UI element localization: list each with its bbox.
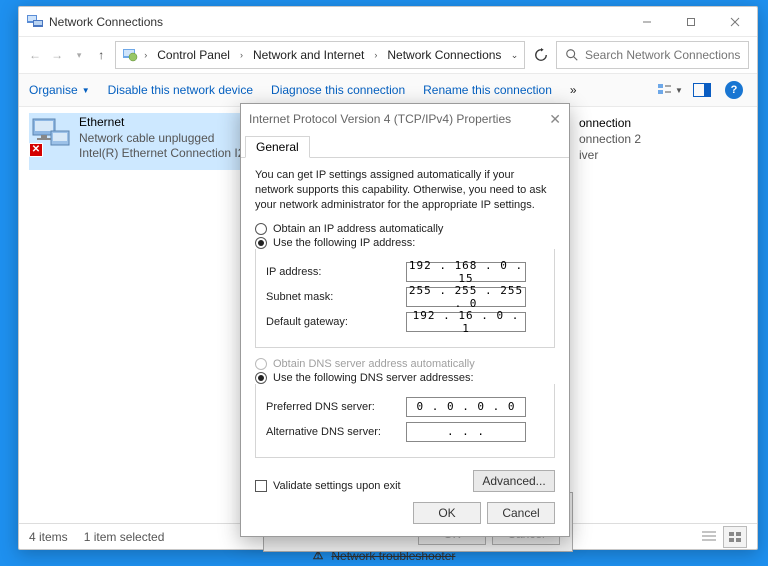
rename-connection-button[interactable]: Rename this connection (423, 83, 552, 97)
help-button[interactable]: ? (721, 77, 747, 103)
close-button[interactable] (713, 7, 757, 37)
alternative-dns-label: Alternative DNS server: (266, 426, 406, 438)
chevron-right-icon: › (140, 50, 151, 60)
nav-forward-button[interactable]: → (49, 43, 65, 67)
details-view-button[interactable] (697, 526, 721, 548)
subnet-mask-input[interactable]: 255 . 255 . 255 . 0 (406, 287, 526, 307)
radio-icon (255, 237, 267, 249)
command-bar: Organise▼ Disable this network device Di… (19, 73, 757, 107)
radio-icon (255, 372, 267, 384)
dialog-titlebar[interactable]: Internet Protocol Version 4 (TCP/IPv4) P… (241, 104, 569, 134)
crumb-network-connections[interactable]: Network Connections (383, 48, 505, 62)
chevron-right-icon: › (236, 50, 247, 60)
preferred-dns-label: Preferred DNS server: (266, 401, 406, 413)
search-icon (565, 48, 579, 62)
status-count: 4 items (29, 530, 68, 544)
ip-group: IP address: 192 . 168 . 0 . 15 Subnet ma… (255, 249, 555, 348)
nav-back-button[interactable]: ← (27, 43, 43, 67)
maximize-button[interactable] (669, 7, 713, 37)
connection-adapter: Intel(R) Ethernet Connection I219-… (79, 146, 257, 162)
validate-settings-checkbox[interactable]: Validate settings upon exit (255, 480, 401, 492)
nav-up-button[interactable]: ↑ (93, 43, 109, 67)
radio-use-ip[interactable]: Use the following IP address: (255, 237, 555, 249)
ip-address-label: IP address: (266, 266, 406, 278)
control-panel-icon (122, 46, 138, 65)
cancel-button[interactable]: Cancel (487, 502, 555, 524)
subnet-mask-label: Subnet mask: (266, 291, 406, 303)
dialog-close-button[interactable]: ✕ (549, 111, 561, 128)
window-title: Network Connections (49, 15, 163, 29)
radio-obtain-ip-auto[interactable]: Obtain an IP address automatically (255, 223, 555, 235)
connection-status: Network cable unplugged (79, 131, 257, 147)
navbar: ← → ▾ ↑ › Control Panel › Network and In… (19, 37, 757, 73)
radio-use-dns[interactable]: Use the following DNS server addresses: (255, 372, 555, 384)
gateway-label: Default gateway: (266, 316, 406, 328)
search-box[interactable] (556, 41, 749, 69)
ethernet-icon: ✕ (31, 115, 71, 155)
dialog-title: Internet Protocol Version 4 (TCP/IPv4) P… (249, 112, 511, 126)
thumbnails-view-button[interactable] (723, 526, 747, 548)
crumb-control-panel[interactable]: Control Panel (153, 48, 234, 62)
change-view-button[interactable]: ▼ (657, 77, 683, 103)
nav-recent-dropdown[interactable]: ▾ (71, 43, 87, 67)
radio-icon (255, 358, 267, 370)
refresh-button[interactable] (531, 41, 550, 69)
breadcrumb-dropdown[interactable]: ⌄ (511, 50, 519, 61)
ipv4-properties-dialog: Internet Protocol Version 4 (TCP/IPv4) P… (240, 103, 570, 537)
minimize-button[interactable] (625, 7, 669, 37)
alternative-dns-input[interactable]: . . . (406, 422, 526, 442)
ip-address-input[interactable]: 192 . 168 . 0 . 15 (406, 262, 526, 282)
checkbox-icon (255, 480, 267, 492)
tab-general[interactable]: General (245, 136, 310, 158)
search-input[interactable] (585, 48, 740, 62)
advanced-button[interactable]: Advanced... (473, 470, 555, 492)
gateway-input[interactable]: 192 . 16 . 0 . 1 (406, 312, 526, 332)
radio-obtain-dns-auto: Obtain DNS server address automatically (255, 358, 555, 370)
ok-button[interactable]: OK (413, 502, 481, 524)
radio-icon (255, 223, 267, 235)
preferred-dns-input[interactable]: 0 . 0 . 0 . 0 (406, 397, 526, 417)
dns-group: Preferred DNS server: 0 . 0 . 0 . 0 Alte… (255, 384, 555, 458)
status-selected: 1 item selected (84, 530, 165, 544)
crumb-network-internet[interactable]: Network and Internet (249, 48, 368, 62)
breadcrumb[interactable]: › Control Panel › Network and Internet ›… (115, 41, 525, 69)
connection-item-ethernet[interactable]: ✕ Ethernet Network cable unplugged Intel… (29, 113, 259, 170)
disable-device-button[interactable]: Disable this network device (108, 83, 253, 97)
preview-pane-button[interactable] (689, 77, 715, 103)
intro-text: You can get IP settings assigned automat… (255, 168, 555, 213)
diagnose-connection-button[interactable]: Diagnose this connection (271, 83, 405, 97)
chevron-right-icon: › (370, 50, 381, 60)
connection-item-partial[interactable]: onnection onnection 2 iver (579, 115, 729, 164)
error-x-icon: ✕ (29, 143, 43, 157)
titlebar: Network Connections (19, 7, 757, 37)
window-icon (27, 12, 43, 31)
overflow-button[interactable]: » (570, 83, 577, 97)
organise-menu[interactable]: Organise▼ (29, 83, 90, 97)
connection-name: Ethernet (79, 115, 257, 131)
